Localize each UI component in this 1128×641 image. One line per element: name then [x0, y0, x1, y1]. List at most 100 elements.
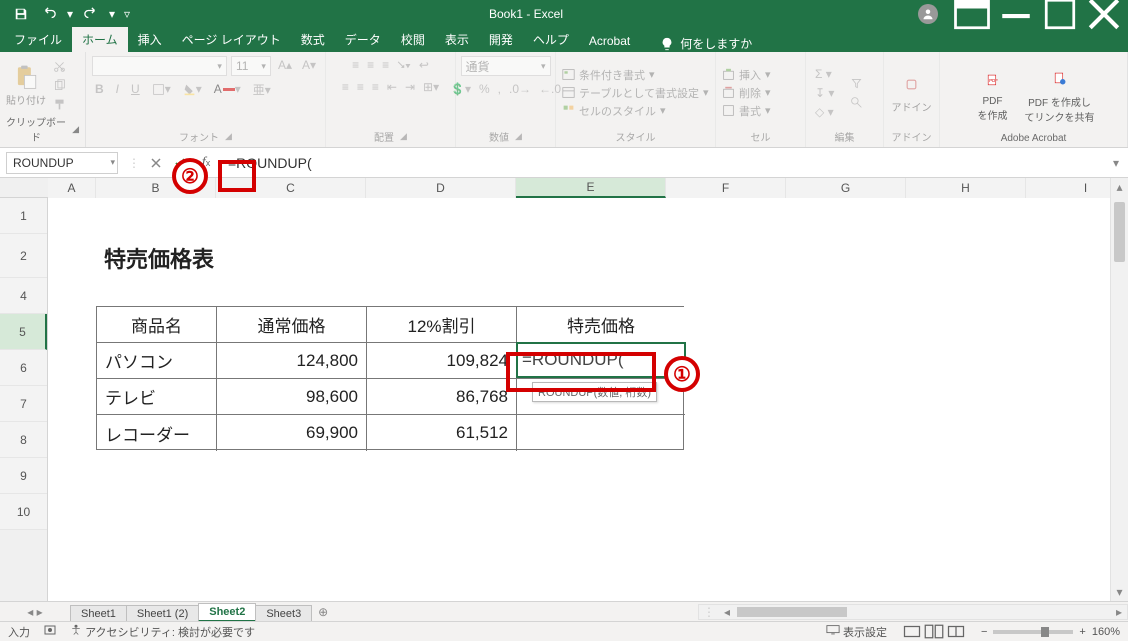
user-avatar[interactable]: [918, 4, 938, 24]
tab-page-layout[interactable]: ページ レイアウト: [172, 27, 291, 52]
clear-button[interactable]: ◇ ▾: [812, 103, 837, 121]
row-header-4[interactable]: 4: [0, 278, 47, 314]
new-sheet-button[interactable]: ⊕: [311, 605, 335, 619]
orientation-button[interactable]: ⭨▾: [394, 56, 414, 74]
font-color-button[interactable]: A▾: [211, 80, 244, 98]
shrink-font-button[interactable]: A▾: [299, 56, 319, 74]
pdf-share-button[interactable]: PDF を作成し てリンクを共有: [1025, 66, 1095, 124]
sheet-tab-1[interactable]: Sheet1 (2): [126, 605, 199, 622]
view-normal-button[interactable]: [901, 624, 923, 640]
merge-button[interactable]: ⊞▾: [420, 78, 442, 96]
sheet-tab-3[interactable]: Sheet3: [255, 605, 312, 622]
view-page-break-button[interactable]: [945, 624, 967, 640]
format-cells-button[interactable]: 書式▾: [722, 103, 771, 119]
horizontal-scrollbar[interactable]: ⋮ ◂ ▸: [698, 604, 1128, 620]
redo-button[interactable]: [78, 2, 104, 26]
save-button[interactable]: [8, 2, 34, 26]
name-box[interactable]: ROUNDUP ▾: [6, 152, 118, 174]
phonetic-button[interactable]: 亜▾: [250, 80, 274, 98]
row-header-6[interactable]: 6: [0, 350, 47, 386]
autosum-button[interactable]: Σ ▾: [812, 65, 837, 83]
sheet-tab-2[interactable]: Sheet2: [198, 603, 256, 622]
formula-bar-expand[interactable]: ▾: [1104, 156, 1128, 170]
paste-button[interactable]: 貼り付け: [6, 64, 46, 107]
zoom-out-button[interactable]: −: [981, 626, 987, 638]
font-name-combo[interactable]: ▾: [92, 56, 227, 76]
conditional-formatting-button[interactable]: 条件付き書式▾: [562, 67, 709, 83]
alignment-dialog-launcher[interactable]: ◢: [400, 131, 407, 142]
font-size-combo[interactable]: 11 ▾: [231, 56, 271, 76]
col-header-F[interactable]: F: [666, 178, 786, 198]
accessibility-status[interactable]: アクセシビリティ: 検討が必要です: [70, 624, 255, 640]
underline-button[interactable]: U: [128, 80, 143, 98]
tab-insert[interactable]: 挿入: [128, 27, 172, 52]
clipboard-dialog-launcher[interactable]: ◢: [72, 124, 79, 135]
scroll-down-icon[interactable]: ▾: [1111, 583, 1128, 601]
italic-button[interactable]: I: [113, 80, 122, 98]
bold-button[interactable]: B: [92, 80, 107, 98]
cells-area[interactable]: 特売価格表 商品名 通常価格 12%割引 特売価格 パソコン 124,800 1…: [48, 198, 1110, 601]
vertical-scrollbar[interactable]: ▴ ▾: [1110, 178, 1128, 601]
cancel-formula-button[interactable]: [144, 152, 168, 174]
align-bottom-button[interactable]: ≡: [379, 56, 392, 74]
currency-button[interactable]: 💲▾: [447, 80, 474, 98]
tab-developer[interactable]: 開発: [479, 27, 523, 52]
row-header-9[interactable]: 9: [0, 458, 47, 494]
scroll-right-icon[interactable]: ▸: [1111, 605, 1127, 619]
tell-me-search[interactable]: 何をしますか: [652, 35, 760, 52]
maximize-button[interactable]: [1038, 0, 1082, 28]
pdf-create-button[interactable]: PDF PDF を作成: [973, 68, 1013, 122]
sheet-nav[interactable]: ◂ ▸: [0, 605, 70, 619]
align-right-button[interactable]: ≡: [369, 78, 382, 96]
border-button[interactable]: ▾: [149, 80, 174, 98]
number-format-combo[interactable]: 通貨▾: [461, 56, 551, 76]
col-header-H[interactable]: H: [906, 178, 1026, 198]
tab-formulas[interactable]: 数式: [291, 27, 335, 52]
grow-font-button[interactable]: A▴: [275, 56, 295, 74]
row-header-10[interactable]: 10: [0, 494, 47, 530]
row-header-7[interactable]: 7: [0, 386, 47, 422]
col-header-A[interactable]: A: [48, 178, 96, 198]
align-middle-button[interactable]: ≡: [364, 56, 377, 74]
redo-dropdown[interactable]: ▾: [106, 2, 118, 26]
tab-help[interactable]: ヘルプ: [523, 27, 579, 52]
zoom-slider[interactable]: [993, 630, 1073, 634]
addin-button[interactable]: アドイン: [892, 71, 932, 114]
tab-file[interactable]: ファイル: [4, 27, 72, 52]
percent-button[interactable]: %: [476, 80, 493, 98]
ribbon-display-options[interactable]: [950, 0, 994, 28]
find-select-button[interactable]: [847, 93, 866, 111]
undo-dropdown[interactable]: ▾: [64, 2, 76, 26]
row-header-1[interactable]: 1: [0, 198, 47, 234]
scroll-up-icon[interactable]: ▴: [1111, 178, 1128, 196]
col-header-E[interactable]: E: [516, 178, 666, 198]
fill-color-button[interactable]: ▾: [180, 80, 205, 98]
insert-cells-button[interactable]: 挿入▾: [722, 67, 771, 83]
indent-dec-button[interactable]: ⇤: [384, 78, 400, 96]
tab-home[interactable]: ホーム: [72, 27, 128, 52]
active-cell-editor[interactable]: =ROUNDUP(: [516, 342, 686, 378]
inc-decimal-button[interactable]: .0→: [506, 80, 534, 98]
indent-inc-button[interactable]: ⇥: [402, 78, 418, 96]
copy-button[interactable]: [50, 76, 69, 94]
hscroll-thumb[interactable]: [737, 607, 847, 617]
align-top-button[interactable]: ≡: [349, 56, 362, 74]
display-settings-button[interactable]: 表示設定: [826, 624, 887, 640]
view-page-layout-button[interactable]: [923, 624, 945, 640]
number-dialog-launcher[interactable]: ◢: [515, 131, 522, 142]
col-header-G[interactable]: G: [786, 178, 906, 198]
cut-button[interactable]: [50, 57, 69, 75]
fill-button[interactable]: ↧ ▾: [812, 84, 837, 102]
zoom-value[interactable]: 160%: [1092, 626, 1120, 638]
tab-data[interactable]: データ: [335, 27, 391, 52]
wrap-text-button[interactable]: ↩: [416, 56, 432, 74]
row-header-2[interactable]: 2: [0, 234, 47, 278]
format-painter-button[interactable]: [50, 95, 69, 113]
macro-record-icon[interactable]: [44, 624, 56, 639]
vscroll-thumb[interactable]: [1114, 202, 1125, 262]
cell-styles-button[interactable]: セルのスタイル▾: [562, 103, 709, 119]
col-header-C[interactable]: C: [216, 178, 366, 198]
tab-view[interactable]: 表示: [435, 27, 479, 52]
row-header-8[interactable]: 8: [0, 422, 47, 458]
tab-acrobat[interactable]: Acrobat: [579, 30, 640, 52]
